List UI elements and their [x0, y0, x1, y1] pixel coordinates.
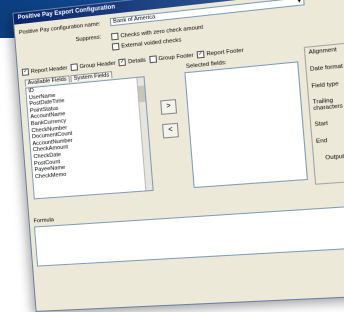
chevron-down-icon[interactable]: ▼ [296, 0, 302, 6]
available-fields-list[interactable]: ID UserName PostDateTime PointStatus Account… [25, 76, 154, 199]
field-type-label: Field type [311, 81, 339, 90]
checkbox-icon[interactable] [149, 55, 157, 63]
option-report-footer[interactable]: Report Footer [206, 48, 244, 58]
config-name-label: Positive Pay configuration name: [19, 21, 101, 36]
checkbox-icon[interactable] [112, 43, 120, 51]
config-name-value: Bank of America [113, 14, 156, 25]
checkbox-icon[interactable]: ✓ [197, 51, 205, 59]
trailing-characters-label: Trailing characters [313, 97, 343, 112]
output-length-label: Output leng [325, 153, 344, 162]
start-label: Start [314, 121, 328, 128]
date-format-label: Date format [310, 63, 343, 72]
end-label: End [316, 138, 328, 145]
checkbox-icon[interactable] [111, 33, 119, 41]
checkbox-icon[interactable] [70, 63, 78, 71]
suppress-label: Suppress: [75, 34, 101, 43]
scroll-thumb[interactable] [138, 85, 146, 102]
remove-field-button[interactable]: < [162, 123, 179, 139]
dialog-window: Positive Pay Export Configuration Positi… [12, 0, 344, 312]
field-properties-group: Alignment Date format Field type Trailin… [304, 40, 344, 185]
option-group-footer[interactable]: Group Footer [158, 53, 194, 63]
add-field-button[interactable]: > [160, 99, 177, 115]
option-report-header[interactable]: Report Header [31, 65, 68, 75]
option-details[interactable]: Details [128, 57, 146, 65]
suppress-voided-label: External voided checks [121, 37, 181, 49]
formula-label: Formula [33, 217, 54, 224]
alignment-label: Alignment [308, 47, 336, 56]
checkbox-icon[interactable]: ✓ [22, 68, 29, 76]
checkbox-icon[interactable]: ✓ [119, 58, 127, 66]
selected-fields-list[interactable] [184, 61, 308, 188]
formula-input[interactable] [34, 204, 344, 266]
option-group-header[interactable]: Group Header [79, 60, 116, 70]
